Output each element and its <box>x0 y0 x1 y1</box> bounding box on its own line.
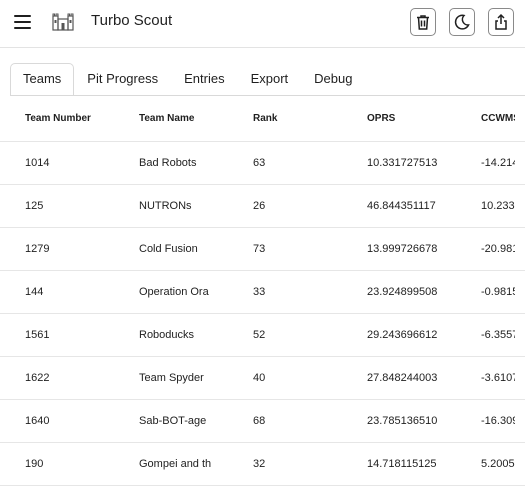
team-name-cell: Operation Ora <box>139 286 209 298</box>
table-row[interactable]: 1561 Roboducks 52 29.243696612 -6.3557 <box>0 314 525 357</box>
rank-cell: 32 <box>253 458 266 470</box>
oprs-cell: 13.999726678 <box>367 243 438 255</box>
oprs-cell: 23.924899508 <box>367 286 438 298</box>
share-icon <box>495 13 507 30</box>
ccwms-cell: -20.981 <box>481 243 515 255</box>
rank-cell: 73 <box>253 243 266 255</box>
tab-teams[interactable]: Teams <box>10 63 75 96</box>
table-row[interactable]: 1279 Cold Fusion 73 13.999726678 -20.981 <box>0 228 525 271</box>
column-header-rank[interactable]: Rank <box>253 96 353 141</box>
app-bar: Turbo Scout <box>0 0 525 48</box>
team-number-cell: 125 <box>25 200 44 212</box>
theme-toggle-button[interactable] <box>449 8 475 36</box>
ccwms-cell: -6.3557 <box>481 329 515 341</box>
rank-cell: 52 <box>253 329 266 341</box>
oprs-cell: 23.785136510 <box>367 415 438 427</box>
menu-icon[interactable] <box>13 13 33 33</box>
rank-cell: 26 <box>253 200 266 212</box>
moon-icon <box>454 14 470 30</box>
team-name-cell: Roboducks <box>139 329 195 341</box>
team-name-cell: Team Spyder <box>139 372 204 384</box>
table-row[interactable]: 144 Operation Ora 33 23.924899508 -0.9815 <box>0 271 525 314</box>
tab-entries[interactable]: Entries <box>171 63 237 95</box>
ccwms-cell: -16.309 <box>481 415 515 427</box>
ccwms-cell: -14.214 <box>481 157 515 169</box>
team-number-cell: 1561 <box>25 329 50 341</box>
tab-debug[interactable]: Debug <box>301 63 365 95</box>
team-name-cell: Cold Fusion <box>139 243 198 255</box>
oprs-cell: 14.718115125 <box>367 458 437 470</box>
castle-logo-icon <box>52 13 74 31</box>
rank-cell: 40 <box>253 372 266 384</box>
team-name-cell: Gompei and th <box>139 458 212 470</box>
table-row[interactable]: 1640 Sab-BOT-age 68 23.785136510 -16.309 <box>0 400 525 443</box>
column-header-ccwms[interactable]: CCWMS <box>481 96 515 141</box>
rank-cell: 63 <box>253 157 266 169</box>
tab-bar: Teams Pit Progress Entries Export Debug <box>10 63 365 97</box>
table-row[interactable]: 190 Gompei and th 32 14.718115125 5.2005 <box>0 443 525 486</box>
delete-button[interactable] <box>410 8 436 36</box>
trash-icon <box>417 15 429 30</box>
rank-cell: 33 <box>253 286 266 298</box>
team-number-cell: 1279 <box>25 243 50 255</box>
table-row[interactable]: 1622 Team Spyder 40 27.848244003 -3.6107 <box>0 357 525 400</box>
ccwms-cell: 10.233 <box>481 200 515 212</box>
column-header-oprs[interactable]: OPRS <box>367 96 451 141</box>
column-header-team-name[interactable]: Team Name <box>139 96 223 141</box>
ccwms-cell: 5.2005 <box>481 458 515 470</box>
table-row[interactable]: 125 NUTRONs 26 46.844351117 10.233 <box>0 185 525 228</box>
ccwms-cell: -0.9815 <box>481 286 515 298</box>
table-header-row: Team Number Team Name Rank OPRS CCWMS <box>0 96 525 142</box>
team-number-cell: 1640 <box>25 415 50 427</box>
team-number-cell: 190 <box>25 458 44 470</box>
team-name-cell: Bad Robots <box>139 157 197 169</box>
table-body: 1014 Bad Robots 63 10.331727513 -14.214 125 NU… <box>0 142 525 486</box>
share-button[interactable] <box>488 8 514 36</box>
team-name-cell: Sab-BOT-age <box>139 415 207 427</box>
ccwms-cell: -3.6107 <box>481 372 515 384</box>
column-header-team-number[interactable]: Team Number <box>25 96 125 141</box>
oprs-cell: 46.844351117 <box>367 200 436 212</box>
team-number-cell: 144 <box>25 286 44 298</box>
app-title: Turbo Scout <box>91 12 173 29</box>
oprs-cell: 29.243696612 <box>367 329 438 341</box>
tab-export[interactable]: Export <box>238 63 302 95</box>
team-number-cell: 1014 <box>25 157 50 169</box>
oprs-cell: 10.331727513 <box>367 157 438 169</box>
team-name-cell: NUTRONs <box>139 200 192 212</box>
rank-cell: 68 <box>253 415 266 427</box>
teams-table: Team Number Team Name Rank OPRS CCWMS 10… <box>0 96 525 486</box>
tab-pit-progress[interactable]: Pit Progress <box>74 63 171 95</box>
table-row[interactable]: 1014 Bad Robots 63 10.331727513 -14.214 <box>0 142 525 185</box>
team-number-cell: 1622 <box>25 372 50 384</box>
oprs-cell: 27.848244003 <box>367 372 438 384</box>
